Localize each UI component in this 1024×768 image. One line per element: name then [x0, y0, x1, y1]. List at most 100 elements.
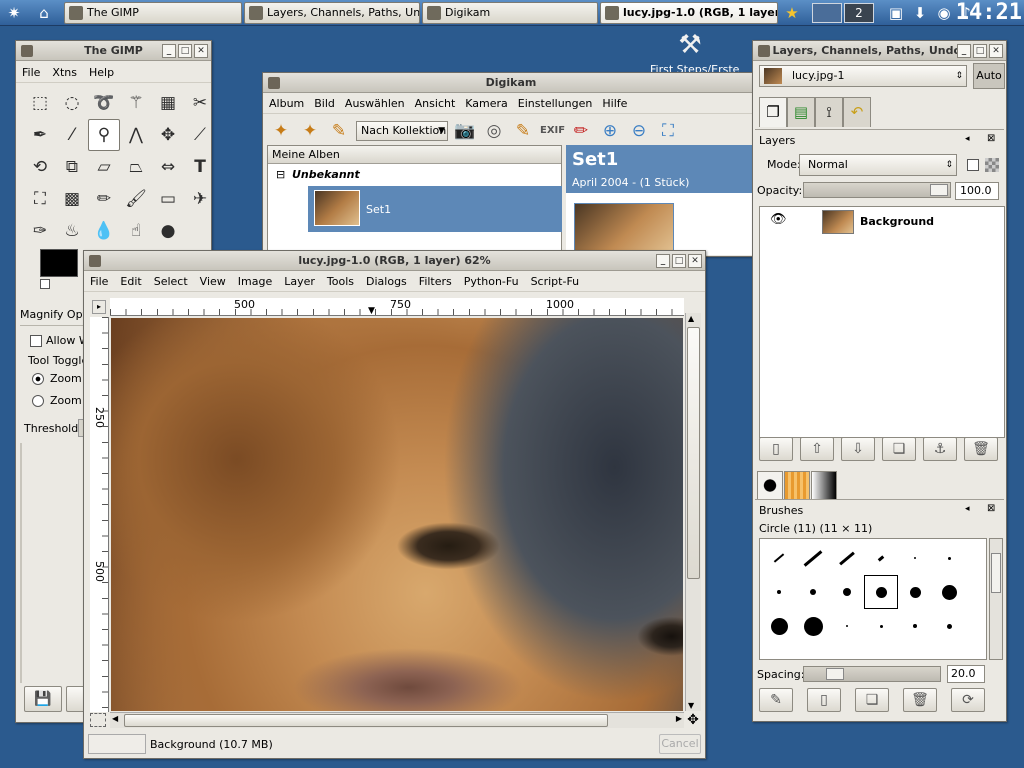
clone-icon[interactable]: ♨ — [56, 215, 88, 247]
panel-close-icon[interactable]: ⊠ — [987, 503, 995, 514]
auto-button[interactable]: Auto — [973, 63, 1005, 89]
brush-item[interactable] — [898, 575, 932, 609]
brush-item[interactable] — [796, 609, 830, 643]
maximize-button[interactable]: □ — [973, 44, 987, 58]
default-colors-icon[interactable] — [40, 279, 50, 289]
panel-close-icon[interactable]: ⊠ — [987, 133, 995, 144]
quick-mask-icon[interactable] — [90, 713, 106, 727]
brushes-tab-icon[interactable] — [757, 471, 783, 499]
brush-item-selected[interactable] — [864, 575, 898, 609]
layer-name[interactable]: Background — [860, 215, 934, 228]
klipper-icon[interactable]: ▣ — [886, 3, 906, 23]
keep-transparency-checkbox[interactable] — [967, 159, 979, 171]
volume-icon[interactable]: ◉ — [934, 3, 954, 23]
airbrush-icon[interactable]: ✈ — [184, 183, 216, 215]
duplicate-brush-icon[interactable]: ❏ — [855, 688, 889, 712]
save-options-button[interactable]: 💾 — [24, 686, 62, 712]
menu-file[interactable]: File — [22, 66, 40, 79]
brush-item[interactable] — [830, 575, 864, 609]
layers-tab-icon[interactable]: ❐ — [759, 97, 787, 127]
collapse-icon[interactable]: ⊟ — [276, 168, 285, 181]
collection-combo[interactable]: Nach Kollektion ▼ — [356, 121, 448, 141]
menu-ansicht[interactable]: Ansicht — [415, 97, 456, 110]
pager-desktop-1[interactable] — [812, 3, 842, 23]
task-image-window[interactable]: lucy.jpg-1.0 (RGB, 1 layer) 62% — [600, 2, 778, 24]
image-canvas[interactable] — [111, 318, 683, 711]
zoom-out-radio[interactable] — [32, 395, 44, 407]
blend-icon[interactable]: ▩ — [56, 183, 88, 215]
zoom-out-icon[interactable]: ⊖ — [627, 120, 651, 142]
menu-filters[interactable]: Filters — [419, 275, 452, 288]
eye-icon[interactable]: 👁 — [770, 212, 787, 227]
navigate-icon[interactable]: ✥ — [685, 712, 701, 728]
rotate-icon[interactable]: ⟲ — [24, 151, 56, 183]
brush-item[interactable] — [830, 609, 864, 643]
tree-group-unbekannt[interactable]: Unbekannt — [292, 168, 360, 181]
kde-menu-icon[interactable]: ✷ — [4, 3, 24, 23]
select-by-color-icon[interactable]: ▦ — [152, 87, 184, 119]
zoom-in-radio[interactable] — [32, 373, 44, 385]
task-gimp[interactable]: The GIMP — [64, 2, 242, 24]
delete-brush-icon[interactable]: 🗑 — [903, 688, 937, 712]
brush-item[interactable] — [864, 609, 898, 643]
close-button[interactable]: ✕ — [194, 44, 208, 58]
menu-kamera[interactable]: Kamera — [465, 97, 508, 110]
zoom-in-icon[interactable]: ⊕ — [598, 120, 622, 142]
brush-item[interactable] — [762, 541, 796, 575]
brush-item[interactable] — [932, 575, 966, 609]
add-album-icon[interactable]: ✦ — [298, 120, 322, 142]
gradients-tab-icon[interactable] — [811, 471, 837, 499]
lower-layer-icon[interactable]: ⇩ — [841, 437, 875, 461]
mode-combo[interactable]: Normal ⇕ — [799, 154, 957, 176]
smudge-icon[interactable]: ☝ — [120, 215, 152, 247]
first-steps-icon[interactable]: ⚒ — [672, 30, 708, 62]
magnify-icon[interactable]: ⚲ — [88, 119, 120, 151]
brush-item[interactable] — [796, 575, 830, 609]
brush-item[interactable] — [898, 541, 932, 575]
menu-album[interactable]: Album — [269, 97, 304, 110]
brush-scrollbar[interactable] — [989, 538, 1003, 660]
download-icon[interactable]: ⬇ — [910, 3, 930, 23]
patterns-tab-icon[interactable] — [784, 471, 810, 499]
album-tree-header[interactable]: Meine Alben — [268, 146, 561, 164]
pencil-icon[interactable]: ✏ — [88, 183, 120, 215]
layer-list[interactable]: 👁 Background — [759, 206, 1005, 438]
close-button[interactable]: ✕ — [989, 44, 1003, 58]
minimize-button[interactable]: _ — [162, 44, 176, 58]
layer-row[interactable]: 👁 Background — [760, 207, 1004, 235]
image-titlebar[interactable]: lucy.jpg-1.0 (RGB, 1 layer) 62% _ □ ✕ — [84, 251, 705, 271]
star-icon[interactable]: ★ — [782, 3, 802, 23]
magic-wand-icon[interactable]: ⚚ — [120, 87, 152, 119]
ellipse-select-icon[interactable]: ◌ — [56, 87, 88, 119]
text-icon[interactable]: T — [184, 151, 216, 183]
exif-icon[interactable]: EXIF — [540, 120, 565, 142]
digikam-titlebar[interactable]: Digikam — [263, 73, 759, 93]
horizontal-scroll-thumb[interactable] — [124, 714, 608, 727]
fullscreen-icon[interactable]: ⛶ — [656, 120, 680, 142]
shear-icon[interactable]: ▱ — [88, 151, 120, 183]
menu-view[interactable]: View — [200, 275, 226, 288]
brush-item[interactable] — [864, 541, 898, 575]
image-selector-combo[interactable]: lucy.jpg-1 ⇕ — [759, 65, 967, 87]
pager-desktop-2[interactable]: 2 — [844, 3, 874, 23]
spacing-input[interactable]: 20.0 — [947, 665, 985, 683]
home-icon[interactable]: ⌂ — [34, 3, 54, 23]
camera-icon[interactable]: 📷 — [453, 120, 477, 142]
image-thumbnail[interactable] — [574, 203, 674, 255]
channels-tab-icon[interactable]: ▤ — [787, 97, 815, 127]
blur-icon[interactable]: 💧 — [88, 215, 120, 247]
paths-icon[interactable]: ✒ — [24, 119, 56, 151]
allow-window-resize-checkbox[interactable] — [30, 335, 42, 347]
brush-item[interactable] — [762, 575, 796, 609]
brush-item[interactable] — [932, 541, 966, 575]
album-set1[interactable]: Set1 — [308, 186, 562, 232]
panel-menu-icon[interactable]: ◂ — [965, 134, 970, 144]
menu-bild[interactable]: Bild — [314, 97, 335, 110]
rect-select-icon[interactable]: ⬚ — [24, 87, 56, 119]
new-album-icon[interactable]: ✦ — [269, 120, 293, 142]
menu-image[interactable]: Image — [238, 275, 272, 288]
menu-python-fu[interactable]: Python-Fu — [464, 275, 519, 288]
brush-item[interactable] — [830, 541, 864, 575]
ink-icon[interactable]: ✑ — [24, 215, 56, 247]
task-digikam[interactable]: Digikam — [422, 2, 598, 24]
